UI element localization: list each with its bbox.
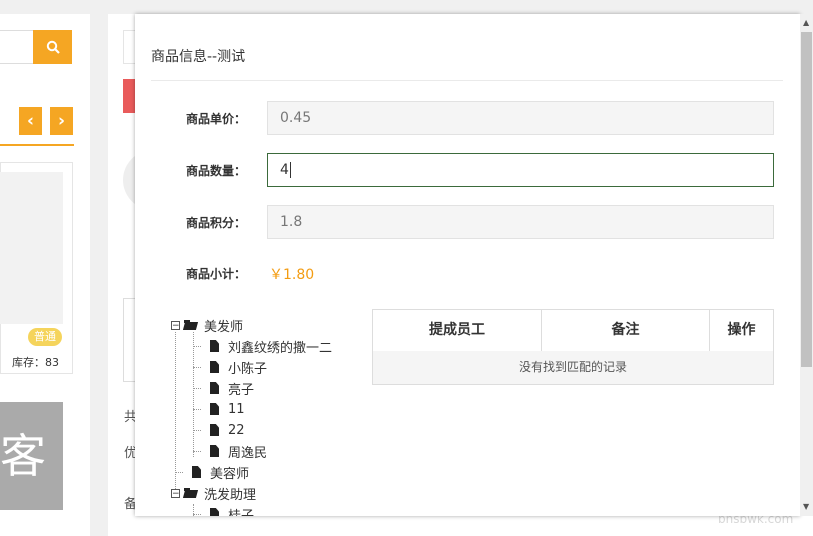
tree-connector bbox=[175, 472, 183, 473]
quantity-label: 商品数量： bbox=[186, 164, 247, 178]
tree-group-beautician[interactable]: 美容师 bbox=[192, 462, 249, 482]
tree-item[interactable]: 11 bbox=[210, 399, 245, 419]
tree-item-label: 周逸民 bbox=[228, 445, 268, 461]
tree-connector bbox=[193, 451, 201, 452]
commission-table: 提成员工 备注 操作 没有找到匹配的记录 bbox=[372, 309, 774, 385]
tree-connector bbox=[175, 332, 176, 493]
points-field: 1.8 bbox=[267, 205, 774, 239]
tree-item[interactable]: 亮子 bbox=[210, 378, 254, 398]
tree-group-label: 美发师 bbox=[204, 319, 244, 335]
product-search-input[interactable] bbox=[0, 30, 34, 64]
collapse-icon[interactable]: − bbox=[171, 488, 180, 498]
file-icon bbox=[210, 361, 219, 373]
file-icon bbox=[210, 340, 219, 352]
tree-item[interactable]: 桂子 bbox=[210, 504, 254, 516]
tree-item[interactable]: 周逸民 bbox=[210, 441, 267, 461]
title-divider bbox=[151, 80, 783, 81]
scroll-up-icon[interactable]: ▲ bbox=[803, 18, 809, 27]
scrollbar-thumb[interactable] bbox=[801, 32, 812, 367]
tree-item-label: 11 bbox=[228, 401, 245, 417]
table-empty-message: 没有找到匹配的记录 bbox=[373, 351, 773, 384]
folder-open-icon bbox=[184, 320, 198, 330]
column-header-staff[interactable]: 提成员工 bbox=[373, 310, 542, 351]
price-label: 商品单价： bbox=[186, 112, 247, 126]
dialog-title: 商品信息--测试 bbox=[151, 49, 246, 65]
next-category-button[interactable]: › bbox=[50, 107, 73, 135]
tree-connector bbox=[193, 346, 201, 347]
product-info-dialog: 商品信息--测试 商品单价： 0.45 商品数量： 4 商品积分： 1.8 商品… bbox=[135, 14, 800, 516]
scroll-down-icon[interactable]: ▼ bbox=[803, 502, 809, 511]
product-tag-badge: 普通 bbox=[28, 328, 62, 346]
quantity-value: 4 bbox=[280, 162, 289, 178]
collapse-icon[interactable]: − bbox=[171, 320, 180, 330]
file-icon bbox=[210, 382, 219, 394]
price-field: 0.45 bbox=[267, 101, 774, 135]
chevron-left-icon: ‹ bbox=[26, 111, 34, 131]
quantity-field[interactable]: 4 bbox=[267, 153, 774, 187]
column-header-remark[interactable]: 备注 bbox=[542, 310, 710, 351]
column-header-action[interactable]: 操作 bbox=[710, 310, 773, 351]
subtotal-label: 商品小计： bbox=[186, 267, 247, 281]
chevron-right-icon: › bbox=[57, 111, 65, 131]
file-icon bbox=[192, 466, 201, 478]
tree-item-label: 22 bbox=[228, 422, 245, 438]
file-icon bbox=[210, 508, 219, 516]
tree-item-label: 小陈子 bbox=[228, 361, 268, 377]
tree-group-wash-assistant[interactable]: − 洗发助理 bbox=[171, 483, 256, 503]
product-stock: 库存：83 bbox=[12, 356, 59, 369]
subtotal-value: ￥1.80 bbox=[269, 267, 315, 283]
tree-connector bbox=[193, 409, 201, 410]
file-icon bbox=[210, 403, 219, 415]
file-icon bbox=[210, 424, 219, 436]
tree-connector bbox=[193, 514, 201, 515]
tree-connector bbox=[193, 332, 194, 457]
tree-group-label: 洗发助理 bbox=[204, 487, 257, 503]
product-image bbox=[0, 172, 63, 324]
tree-group-label: 美容师 bbox=[210, 466, 250, 482]
text-cursor bbox=[289, 162, 291, 178]
tree-connector bbox=[193, 388, 201, 389]
tree-item-label: 亮子 bbox=[228, 382, 255, 398]
tree-connector bbox=[193, 430, 201, 431]
search-icon bbox=[46, 40, 60, 54]
table-header: 提成员工 备注 操作 bbox=[373, 310, 773, 352]
category-underline bbox=[0, 144, 74, 146]
tree-item[interactable]: 刘鑫纹绣的撒一二 bbox=[210, 336, 332, 356]
file-icon bbox=[210, 445, 219, 457]
tree-item[interactable]: 小陈子 bbox=[210, 357, 267, 377]
product-card-2-text: 客 bbox=[0, 429, 46, 483]
prev-category-button[interactable]: ‹ bbox=[19, 107, 42, 135]
tree-item-label: 桂子 bbox=[228, 508, 255, 517]
tree-connector bbox=[193, 367, 201, 368]
points-label: 商品积分： bbox=[186, 216, 247, 230]
search-button[interactable] bbox=[33, 30, 72, 64]
tree-item-label: 刘鑫纹绣的撒一二 bbox=[228, 340, 333, 356]
tree-item[interactable]: 22 bbox=[210, 420, 245, 440]
folder-open-icon bbox=[184, 488, 198, 498]
tree-group-hairdresser[interactable]: − 美发师 bbox=[171, 315, 243, 335]
